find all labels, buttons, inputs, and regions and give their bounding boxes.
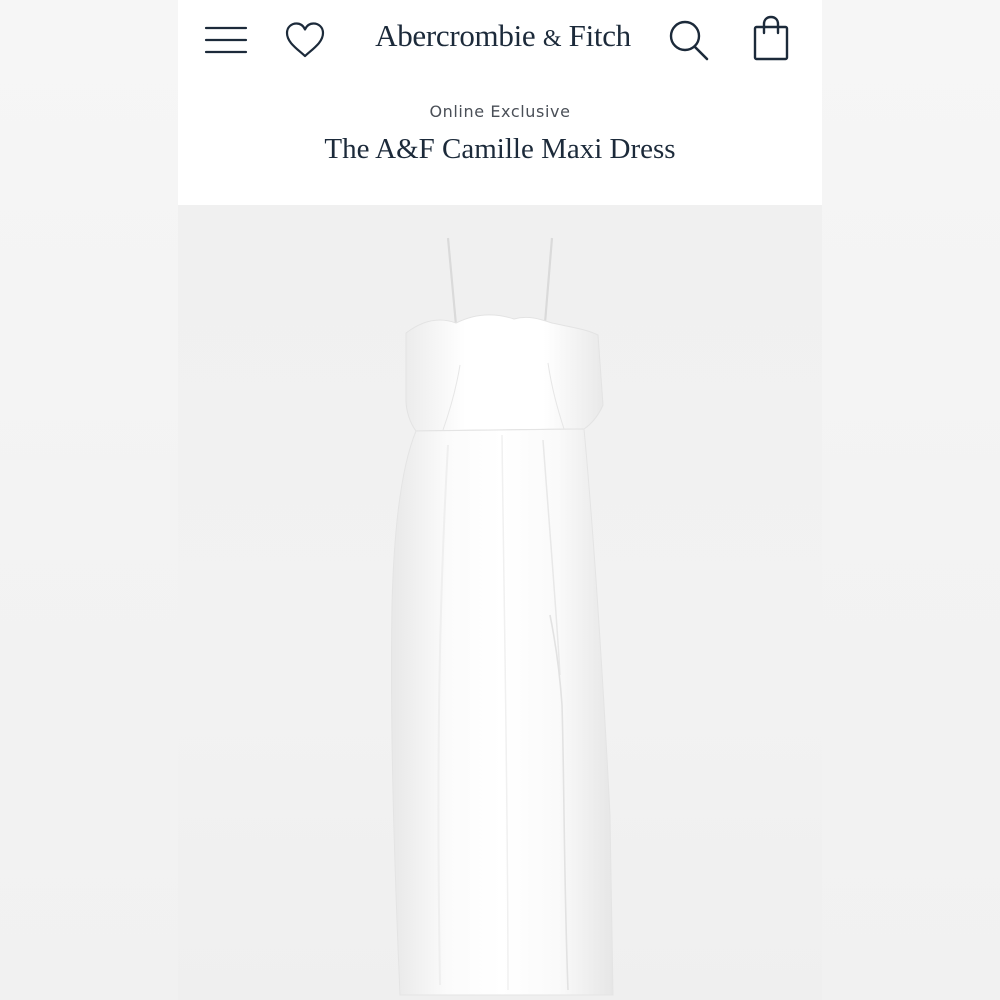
brand-name: Abercrombie (375, 18, 536, 53)
brand-suffix: Fitch (568, 18, 632, 53)
shopping-bag-button[interactable] (748, 14, 794, 64)
heart-icon (285, 22, 325, 58)
shopping-bag-icon (753, 15, 789, 61)
product-image[interactable] (178, 205, 822, 1000)
favorites-button[interactable] (282, 18, 328, 62)
search-button[interactable] (666, 16, 712, 64)
dress-image (390, 237, 614, 996)
menu-button[interactable] (202, 18, 250, 62)
menu-icon (204, 26, 248, 54)
top-nav: Abercrombie & Fitch (178, 0, 822, 80)
product-page: Abercrombie & Fitch Online Exclusive The… (0, 0, 1000, 1000)
brand-ampersand: & (542, 26, 562, 52)
online-exclusive-badge: Online Exclusive (429, 102, 571, 121)
brand-logo[interactable]: Abercrombie & Fitch (358, 16, 648, 59)
search-icon (669, 20, 709, 61)
header-card: Abercrombie & Fitch Online Exclusive The… (178, 0, 822, 205)
product-title: The A&F Camille Maxi Dress (324, 133, 676, 165)
